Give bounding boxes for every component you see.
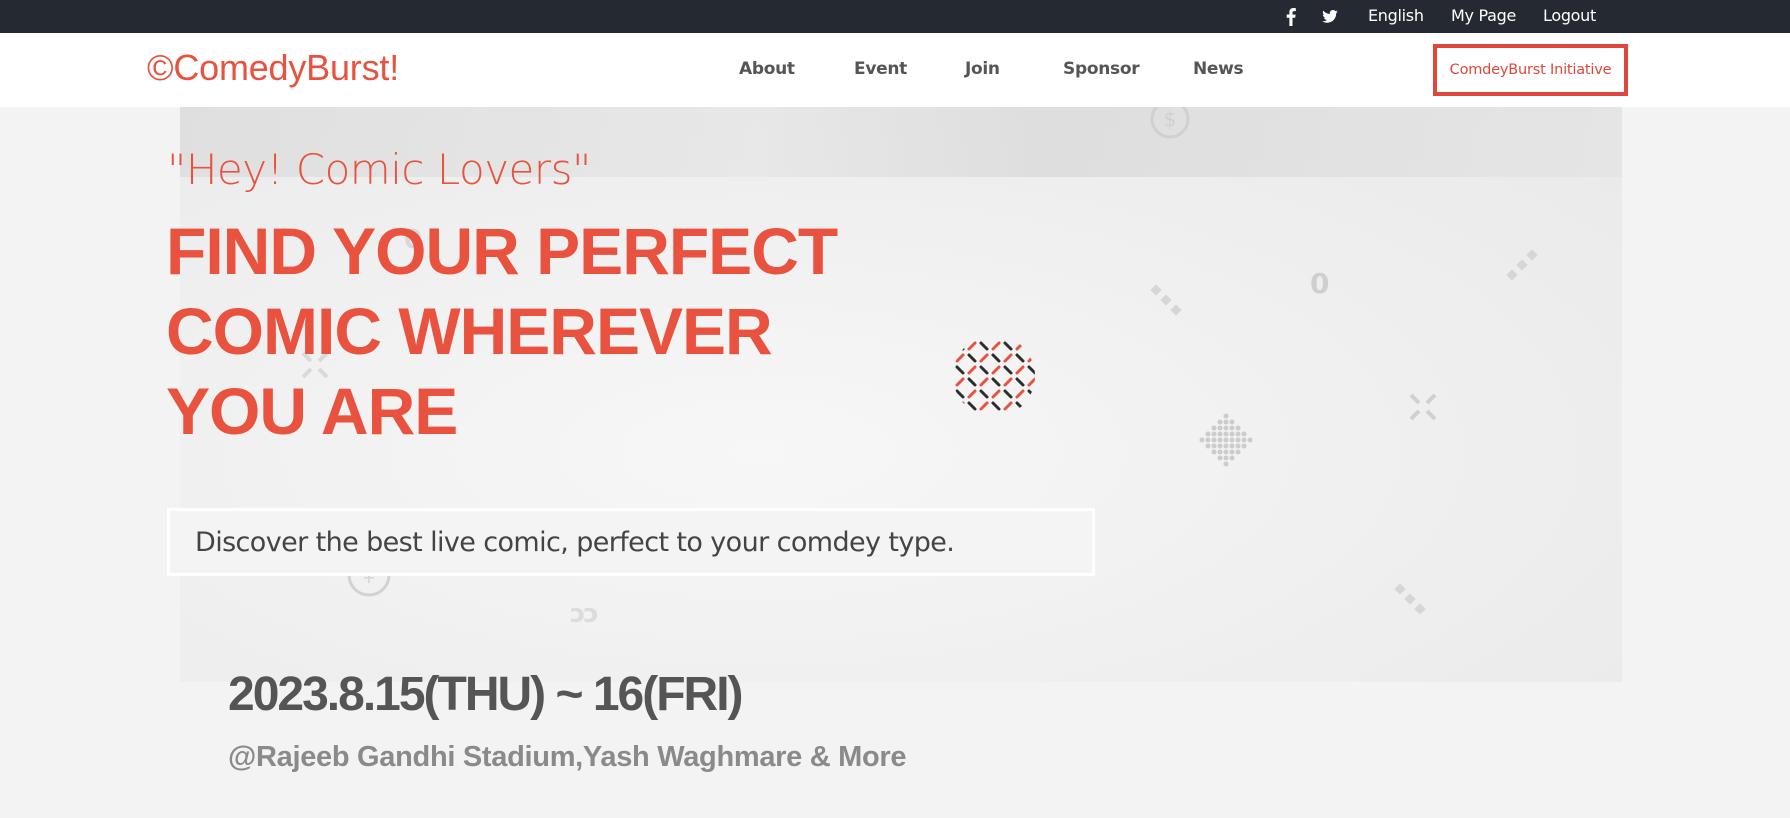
- twitter-icon[interactable]: [1318, 0, 1342, 33]
- initiative-button[interactable]: ComdeyBurst Initiative: [1433, 44, 1628, 96]
- my-page-link[interactable]: My Page: [1451, 0, 1516, 33]
- svg-text:$: $: [1164, 107, 1177, 131]
- headline-line-3: YOU ARE: [166, 374, 458, 448]
- main-header: ©ComedyBurst! About Event Join Sponsor N…: [0, 33, 1790, 107]
- dash-decoration-right: [1506, 249, 1538, 281]
- nav-item-sponsor[interactable]: Sponsor: [1063, 33, 1140, 107]
- quote-glyph-decoration: ɔɔ: [570, 599, 599, 629]
- sparkle-decoration: [1409, 393, 1437, 421]
- facebook-icon[interactable]: [1279, 0, 1303, 33]
- language-link[interactable]: English: [1368, 0, 1424, 33]
- event-date: 2023.8.15(THU) ~ 16(FRI): [228, 668, 744, 721]
- comic-dash-circle-pattern: [955, 341, 1035, 411]
- nav-item-event[interactable]: Event: [854, 33, 907, 107]
- top-utility-bar: English My Page Logout: [0, 0, 1790, 33]
- discover-banner: Discover the best live comic, perfect to…: [167, 508, 1095, 576]
- dash-decoration-bottom: [1394, 583, 1426, 615]
- dash-decoration: [1150, 284, 1182, 316]
- zero-glyph-decoration: 0: [1310, 267, 1330, 300]
- headline-line-1: FIND YOUR PERFECT: [166, 214, 838, 288]
- hero-section: $ 0 0 + ɔɔ "Hey! Comic Lovers" FIND YOUR…: [0, 107, 1790, 818]
- hero-headline: FIND YOUR PERFECT COMIC WHEREVER YOU ARE: [166, 211, 926, 451]
- nav-item-about[interactable]: About: [739, 33, 795, 107]
- coin-icon: $: [1150, 107, 1190, 139]
- nav-item-join[interactable]: Join: [965, 33, 1000, 107]
- diamond-dot-pattern: [1199, 413, 1253, 467]
- logout-link[interactable]: Logout: [1543, 0, 1596, 33]
- hero-tagline: "Hey! Comic Lovers": [167, 145, 591, 194]
- event-venue: @Rajeeb Gandhi Stadium,Yash Waghmare & M…: [228, 741, 907, 773]
- headline-line-2: COMIC WHEREVER: [166, 294, 773, 368]
- nav-item-news[interactable]: News: [1193, 33, 1244, 107]
- site-logo[interactable]: ©ComedyBurst!: [147, 47, 399, 89]
